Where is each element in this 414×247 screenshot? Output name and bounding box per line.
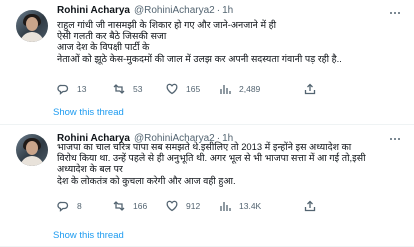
like-icon xyxy=(166,200,178,212)
views-icon xyxy=(220,85,231,94)
like-icon xyxy=(166,83,178,95)
more-icon[interactable] xyxy=(386,6,404,20)
separator-dot: · xyxy=(216,4,221,16)
reply-icon xyxy=(57,201,69,212)
action-bar: 13 53 165 2,489 xyxy=(57,82,407,96)
reply-count: 8 xyxy=(77,201,82,211)
share-icon xyxy=(304,200,316,212)
show-thread-link[interactable]: Show this thread xyxy=(0,101,414,124)
tweet-text-line: भाजपा का चाल चरित्र पापा सब समझते थे.इसी… xyxy=(57,141,352,152)
views-icon xyxy=(220,202,231,211)
reply-button[interactable]: 8 xyxy=(57,199,82,213)
tweet[interactable]: Rohini Acharya @RohiniAcharya2 · 1h राहु… xyxy=(0,0,414,101)
action-bar: 8 166 912 13.4K xyxy=(57,199,407,213)
like-count: 912 xyxy=(186,201,201,211)
avatar-face-shape xyxy=(26,17,38,31)
like-button[interactable]: 912 xyxy=(166,199,200,213)
avatar[interactable] xyxy=(16,134,48,166)
views-count: 13.4K xyxy=(239,201,262,211)
tweet-text-line: अध्यादेश के बल पर xyxy=(57,163,123,175)
reply-button[interactable]: 13 xyxy=(57,82,86,96)
retweet-button[interactable]: 53 xyxy=(113,82,142,96)
share-icon xyxy=(304,83,316,95)
tweet-text: भाजपा का चाल चरित्र पापा सब समझते थे.इसी… xyxy=(57,141,407,186)
retweet-count: 53 xyxy=(133,84,143,94)
avatar[interactable] xyxy=(16,10,48,42)
avatar-face-shape xyxy=(26,141,38,155)
like-button[interactable]: 165 xyxy=(166,82,200,96)
author-handle[interactable]: @RohiniAcharya2 xyxy=(134,5,215,16)
tweet-text: राहुल गांधी जी नासमझी के शिकार हो गए और … xyxy=(57,19,407,64)
reply-icon xyxy=(57,84,69,95)
avatar-body-shape xyxy=(20,32,44,42)
tweet-text-line: विरोध किया था. उन्हें पहले से ही अनुभूति… xyxy=(57,152,366,164)
tweet-text-line: आज देश के विपक्षी पार्टी के xyxy=(57,41,150,53)
reply-count: 13 xyxy=(77,84,87,94)
avatar-body-shape xyxy=(20,156,44,166)
views-count: 2,489 xyxy=(239,84,261,94)
tweet-text-line: नेताओं को झूठे केस-मुकदमों की जाल में उल… xyxy=(57,52,342,64)
tweet-text-line: ऐसी गलती कर बैठे जिसकी सजा xyxy=(57,30,167,42)
tweet[interactable]: Rohini Acharya @RohiniAcharya2 · 1h भाजप… xyxy=(0,124,414,224)
tweet-text-line: देश के लोकतंत्र को कुचला करेगी और आज वही… xyxy=(57,174,236,186)
retweet-count: 166 xyxy=(133,201,148,211)
like-count: 165 xyxy=(186,84,201,94)
share-button[interactable] xyxy=(304,199,324,213)
tweet-header: Rohini Acharya @RohiniAcharya2 · 1h xyxy=(57,2,233,18)
share-button[interactable] xyxy=(304,82,324,96)
views-button[interactable]: 2,489 xyxy=(219,82,260,96)
retweet-icon xyxy=(113,84,125,94)
author-name[interactable]: Rohini Acharya xyxy=(57,5,130,16)
tweet-text-line: राहुल गांधी जी नासमझी के शिकार हो गए और … xyxy=(57,19,277,30)
retweet-icon xyxy=(113,201,125,211)
show-thread-link[interactable]: Show this thread xyxy=(0,224,414,247)
retweet-button[interactable]: 166 xyxy=(113,199,147,213)
tweet-time[interactable]: 1h xyxy=(222,5,233,16)
views-button[interactable]: 13.4K xyxy=(219,199,261,213)
